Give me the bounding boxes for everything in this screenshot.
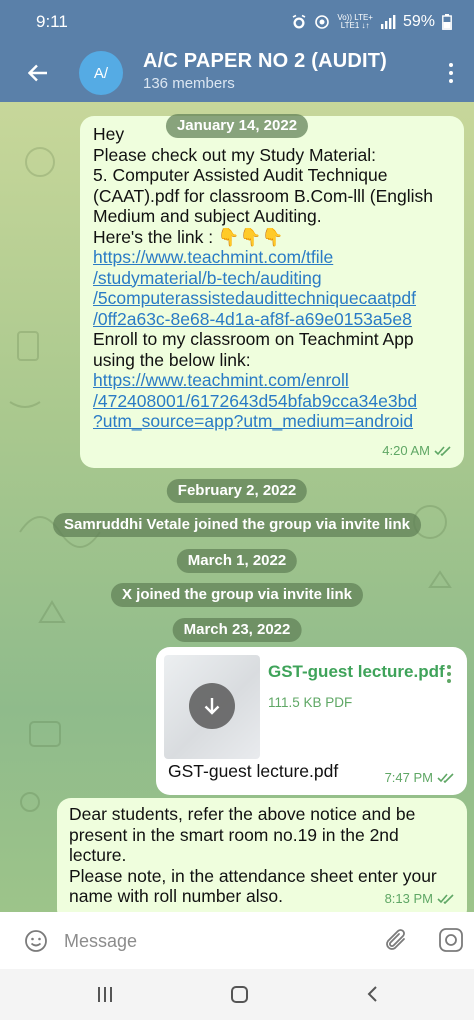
chat-title-block[interactable]: A/C PAPER NO 2 (AUDIT) 136 members: [143, 50, 387, 92]
message-meta: 7:47 PM: [385, 768, 455, 789]
service-message-join: Samruddhi Vetale joined the group via in…: [53, 513, 421, 537]
arrow-left-icon: [28, 64, 47, 82]
file-options-button[interactable]: [447, 665, 451, 683]
system-nav-bar: [0, 969, 474, 1020]
status-icons: Vo)) LTE+ LTE1 ↓↑ 59%: [291, 13, 452, 31]
chat-title: A/C PAPER NO 2 (AUDIT): [143, 50, 388, 72]
more-vertical-icon: [449, 63, 453, 67]
nav-back-button[interactable]: [366, 985, 378, 1008]
message-text: (CAAT).pdf for classroom B.Com-lll (Engl…: [93, 185, 434, 206]
chat-area[interactable]: Hey Please check out my Study Material: …: [0, 102, 474, 912]
message-text: 5. Computer Assisted Audit Technique: [93, 165, 388, 185]
chat-header: A/ A/C PAPER NO 2 (AUDIT) 136 members: [0, 44, 474, 102]
message-bubble-study-material[interactable]: Hey Please check out my Study Material: …: [80, 116, 464, 468]
member-count: 136 members: [143, 75, 235, 92]
message-time: 7:47 PM: [384, 769, 433, 785]
download-icon: [204, 698, 220, 715]
service-message-join: X joined the group via invite link: [110, 583, 364, 607]
date-pill-feb2: February 2, 2022: [166, 479, 308, 503]
message-meta: 4:20 AM: [382, 441, 452, 462]
study-material-link[interactable]: /0ff2a63c-8e68-4d1a-af8f-a69e0153a5e8: [93, 309, 452, 330]
camera-icon: [439, 928, 463, 952]
battery-percent: 59%: [402, 13, 435, 30]
message-text: present in the smart room no.19 in the 2…: [69, 824, 399, 845]
message-text: using the below link:: [93, 349, 251, 370]
home-button[interactable]: [231, 986, 248, 1003]
message-text: Dear students, refer the above notice an…: [69, 804, 416, 824]
message-time: 4:20 AM: [382, 442, 430, 458]
chevron-left-icon: [367, 986, 377, 1002]
message-bubble-notice[interactable]: Dear students, refer the above notice an…: [57, 798, 467, 912]
message-text: lecture.: [69, 845, 127, 865]
double-check-icon: [434, 446, 451, 456]
message-text: Medium and subject Auditing.: [93, 206, 322, 226]
file-size: 111.5 KB PDF: [268, 695, 353, 710]
study-material-link[interactable]: https://www.teachmint.com/tfile: [93, 247, 452, 268]
paperclip-icon: [386, 929, 405, 950]
camera-button[interactable]: [438, 927, 464, 958]
file-thumbnail[interactable]: [164, 655, 260, 759]
alarm-icon: [292, 14, 306, 29]
message-meta: 8:13 PM: [385, 889, 455, 910]
message-text: Please check out my Study Material:: [93, 144, 377, 165]
message-input[interactable]: [64, 924, 364, 958]
back-button[interactable]: [0, 44, 76, 102]
attach-button[interactable]: [384, 927, 410, 960]
smile-icon: [25, 930, 47, 952]
battery-icon: [442, 14, 452, 30]
enroll-link[interactable]: ?utm_source=app?utm_medium=android: [93, 411, 452, 432]
network-label: Vo)) LTE+ LTE1 ↓↑: [337, 13, 373, 30]
enroll-link[interactable]: /472408001/6172643d54bfab9cca34e3bd: [93, 391, 452, 412]
enroll-link[interactable]: https://www.teachmint.com/enroll: [93, 370, 452, 391]
study-material-link[interactable]: /5computerassistedaudittechniquecaatpdf: [93, 288, 452, 309]
study-material-link[interactable]: /studymaterial/b-tech/auditing: [93, 268, 452, 289]
date-pill-mar23: March 23, 2022: [172, 618, 302, 642]
more-menu-button[interactable]: [442, 58, 460, 88]
group-avatar[interactable]: A/: [79, 51, 123, 95]
file-caption: GST-guest lecture.pdf: [168, 761, 339, 781]
status-time: 9:11: [36, 12, 68, 31]
date-pill-jan14: January 14, 2022: [165, 114, 309, 138]
recent-apps-button[interactable]: [98, 987, 112, 1002]
status-bar: 9:11 Vo)) LTE+ LTE1 ↓↑ 59%: [0, 0, 474, 44]
message-text: Enroll to my classroom on Teachmint App: [93, 329, 414, 349]
message-text: Please note, in the attendance sheet ent…: [69, 865, 437, 886]
message-text: Here's the link : 👇👇👇: [93, 226, 284, 247]
double-check-icon: [437, 773, 454, 783]
emoji-button[interactable]: [24, 929, 48, 958]
double-check-icon: [437, 894, 454, 904]
hotspot-icon: [315, 15, 330, 29]
file-message-bubble[interactable]: GST-guest lecture.pdf 111.5 KB PDF GST-g…: [156, 647, 467, 795]
message-composer: [0, 912, 474, 969]
file-name[interactable]: GST-guest lecture.pdf: [268, 662, 445, 683]
download-button[interactable]: [189, 683, 235, 729]
date-pill-mar1: March 1, 2022: [176, 549, 298, 573]
signal-icon: [380, 15, 396, 29]
avatar-initials: A/: [93, 64, 109, 82]
message-time: 8:13 PM: [384, 890, 433, 906]
